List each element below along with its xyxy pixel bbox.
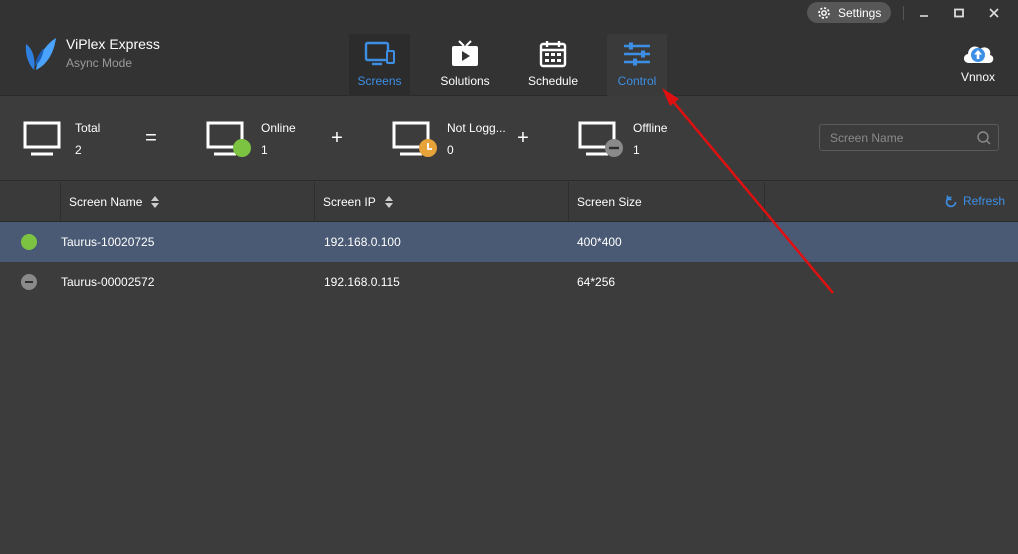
screen-table-header: Screen Name Screen IP Screen Size Refres… — [0, 182, 1018, 222]
cell-screen-size: 64*256 — [577, 275, 616, 289]
screen-search-box — [819, 124, 999, 151]
stat-online-value: 1 — [261, 143, 268, 157]
online-status-icon — [21, 234, 37, 250]
plus-sign: + — [331, 127, 343, 149]
refresh-icon — [945, 195, 957, 207]
settings-button[interactable]: Settings — [807, 2, 891, 23]
stat-online: Online 1 — [206, 97, 326, 181]
monitor-online-icon — [206, 121, 251, 157]
stat-not-logged-value: 0 — [447, 143, 454, 157]
search-input[interactable] — [820, 125, 970, 150]
nav-screens-label: Screens — [357, 74, 402, 88]
column-header-screen-ip[interactable]: Screen IP — [314, 182, 568, 222]
cell-screen-ip: 192.168.0.115 — [324, 275, 400, 289]
nav-screens[interactable]: Screens — [349, 34, 410, 96]
cloud-upload-icon — [963, 46, 994, 63]
nav-schedule-label: Schedule — [527, 74, 579, 88]
maximize-button[interactable] — [949, 4, 969, 22]
nav-schedule[interactable]: Schedule — [523, 34, 583, 96]
monitor-offline-icon — [578, 121, 623, 157]
stat-online-label: Online — [261, 121, 296, 135]
monitor-clock-icon — [392, 121, 437, 157]
column-header-screen-size[interactable]: Screen Size — [568, 182, 764, 222]
user-account-button[interactable]: Vnnox — [952, 40, 1004, 90]
minimize-icon — [920, 15, 928, 17]
cell-screen-ip: 192.168.0.100 — [324, 235, 401, 249]
nav-control-label: Control — [617, 74, 657, 88]
user-name: Vnnox — [960, 70, 996, 84]
nav-solutions-label: Solutions — [440, 74, 490, 88]
stat-offline-value: 1 — [633, 143, 640, 157]
plus-sign: + — [517, 127, 529, 149]
refresh-button[interactable]: Refresh — [945, 194, 1005, 208]
monitor-icon — [23, 121, 61, 156]
app-mode: Async Mode — [66, 56, 133, 70]
column-header-label: Screen Size — [577, 195, 642, 209]
column-header-label: Screen IP — [323, 195, 376, 209]
table-row[interactable]: Taurus-00002572 192.168.0.115 64*256 — [0, 262, 1018, 302]
cell-screen-name: Taurus-10020725 — [61, 235, 155, 249]
close-icon — [989, 8, 999, 18]
window-controls-divider — [903, 6, 904, 20]
play-tv-icon — [452, 40, 478, 66]
minimize-button[interactable] — [914, 4, 934, 22]
stat-not-logged: Not Logg... 0 — [392, 97, 512, 181]
search-icon[interactable] — [976, 130, 992, 146]
stat-offline: Offline 1 — [578, 97, 698, 181]
viplex-logo-icon — [25, 38, 56, 70]
sort-icon[interactable] — [384, 195, 394, 209]
sort-icon[interactable] — [150, 195, 160, 209]
stat-total: Total 2 — [23, 97, 143, 181]
nav-solutions[interactable]: Solutions — [434, 34, 496, 96]
monitor-phone-icon — [364, 41, 395, 66]
cell-screen-size: 400*400 — [577, 235, 622, 249]
stat-total-label: Total — [75, 121, 101, 135]
stat-not-logged-label: Not Logg... — [447, 121, 506, 135]
stat-offline-label: Offline — [633, 121, 668, 135]
maximize-icon — [954, 8, 964, 18]
gear-icon — [818, 6, 830, 19]
settings-label: Settings — [838, 5, 882, 20]
stat-total-value: 2 — [75, 143, 82, 157]
column-header-screen-name[interactable]: Screen Name — [60, 182, 314, 222]
nav-control[interactable]: Control — [607, 34, 667, 96]
offline-status-icon — [21, 274, 37, 290]
cell-screen-name: Taurus-00002572 — [61, 275, 155, 289]
app-title: ViPlex Express — [66, 36, 160, 52]
sliders-icon — [624, 42, 650, 66]
equals-sign: = — [145, 127, 157, 149]
refresh-label: Refresh — [962, 194, 1005, 208]
table-row[interactable]: Taurus-10020725 192.168.0.100 400*400 — [0, 222, 1018, 262]
close-button[interactable] — [984, 4, 1004, 22]
app-header: ViPlex Express Async Mode Screens Soluti… — [0, 0, 1018, 96]
column-header-label: Screen Name — [69, 195, 143, 209]
calendar-icon — [539, 41, 567, 68]
